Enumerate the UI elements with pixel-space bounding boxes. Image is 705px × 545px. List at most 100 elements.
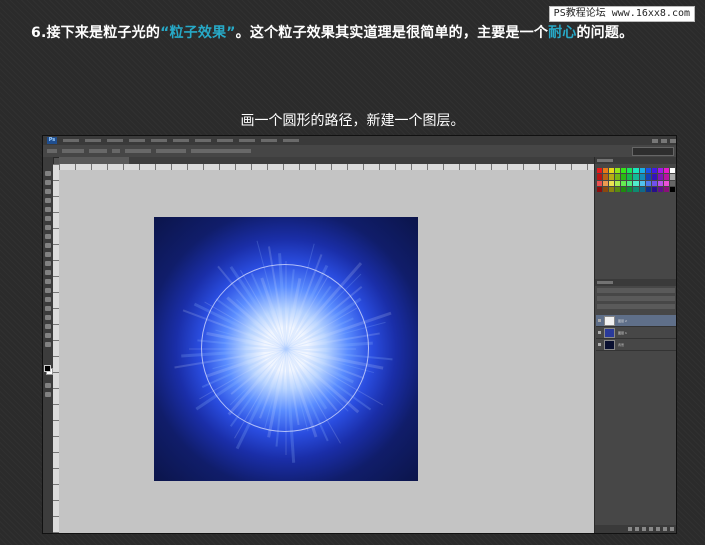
color-swatch[interactable] (645, 180, 651, 186)
eyedropper-tool-icon[interactable] (45, 216, 51, 221)
menu-item[interactable] (85, 139, 101, 142)
menu-item[interactable] (107, 139, 123, 142)
color-swatch[interactable] (663, 174, 669, 180)
workspace-switcher[interactable] (632, 146, 674, 156)
option-control[interactable] (191, 149, 251, 153)
history-brush-tool-icon[interactable] (45, 252, 51, 257)
color-swatch[interactable] (633, 180, 639, 186)
color-swatch[interactable] (639, 168, 645, 174)
color-swatch[interactable] (615, 174, 621, 180)
pen-tool-icon[interactable] (45, 297, 51, 302)
color-swatch[interactable] (639, 180, 645, 186)
option-control[interactable] (62, 149, 84, 153)
eye-icon[interactable] (598, 331, 601, 334)
eraser-tool-icon[interactable] (45, 261, 51, 266)
option-control[interactable] (112, 149, 120, 153)
color-swatch[interactable] (633, 186, 639, 192)
minimize-icon[interactable] (652, 138, 658, 143)
menu-item[interactable] (151, 139, 167, 142)
menu-item[interactable] (239, 139, 255, 142)
document-canvas[interactable] (154, 217, 418, 481)
color-swatch[interactable] (621, 174, 627, 180)
color-swatch[interactable] (669, 168, 675, 174)
color-swatch[interactable] (657, 174, 663, 180)
color-swatch[interactable] (657, 168, 663, 174)
color-swatch[interactable] (627, 186, 633, 192)
layer-row-layer-1[interactable]: 图层 1 (596, 327, 676, 339)
trash-icon[interactable] (670, 527, 674, 531)
lock-fill-bar[interactable] (597, 304, 675, 309)
magic-wand-tool-icon[interactable] (45, 198, 51, 203)
color-swatch[interactable] (657, 186, 663, 192)
color-swatch[interactable] (645, 168, 651, 174)
color-swatch[interactable] (609, 180, 615, 186)
new-layer-icon[interactable] (663, 527, 667, 531)
brush-tool-icon[interactable] (45, 234, 51, 239)
option-control[interactable] (89, 149, 107, 153)
crop-tool-icon[interactable] (45, 207, 51, 212)
eye-icon[interactable] (598, 343, 601, 346)
mask-icon[interactable] (642, 527, 646, 531)
layers-panel-tab[interactable] (595, 279, 676, 286)
color-swatch[interactable] (663, 168, 669, 174)
document-tab[interactable] (59, 157, 129, 164)
color-swatch[interactable] (651, 180, 657, 186)
screen-mode-icon[interactable] (45, 392, 51, 397)
color-swatch[interactable] (663, 186, 669, 192)
quick-mask-icon[interactable] (45, 383, 51, 388)
color-swatch[interactable] (615, 180, 621, 186)
hand-tool-icon[interactable] (45, 333, 51, 338)
menu-item[interactable] (129, 139, 145, 142)
color-swatch[interactable] (621, 180, 627, 186)
move-tool-icon[interactable] (45, 171, 51, 176)
color-swatch[interactable] (639, 186, 645, 192)
layer-filter-bar[interactable] (597, 288, 675, 293)
lasso-tool-icon[interactable] (45, 189, 51, 194)
canvas-workspace[interactable] (59, 170, 594, 533)
color-swatch[interactable] (657, 180, 663, 186)
tool-preset-icon[interactable] (47, 149, 57, 153)
eye-icon[interactable] (598, 319, 601, 322)
menu-item[interactable] (63, 139, 79, 142)
color-swatch[interactable] (651, 174, 657, 180)
blur-tool-icon[interactable] (45, 279, 51, 284)
color-swatch[interactable] (609, 186, 615, 192)
color-swatch[interactable] (597, 186, 603, 192)
color-swatch[interactable] (597, 180, 603, 186)
layer-row-layer-2[interactable]: 图层 2 (596, 315, 676, 327)
menu-item[interactable] (261, 139, 277, 142)
shape-tool-icon[interactable] (45, 324, 51, 329)
color-swatch[interactable] (651, 186, 657, 192)
color-swatch[interactable] (663, 180, 669, 186)
menu-item[interactable] (173, 139, 189, 142)
option-control[interactable] (156, 149, 186, 153)
color-swatch[interactable] (627, 174, 633, 180)
adjustment-icon[interactable] (649, 527, 653, 531)
color-swatch[interactable] (651, 168, 657, 174)
color-swatch[interactable] (645, 174, 651, 180)
color-swatch[interactable] (669, 186, 675, 192)
color-swatch[interactable] (615, 168, 621, 174)
color-swatch[interactable] (603, 174, 609, 180)
color-swatch[interactable] (633, 168, 639, 174)
color-swatch[interactable] (603, 186, 609, 192)
maximize-icon[interactable] (661, 138, 667, 143)
healing-brush-tool-icon[interactable] (45, 225, 51, 230)
layer-style-icon[interactable] (635, 527, 639, 531)
blend-mode-bar[interactable] (597, 296, 675, 301)
color-swatch[interactable] (669, 174, 675, 180)
color-swatch[interactable] (621, 186, 627, 192)
swatches-panel-tab[interactable] (595, 157, 676, 164)
color-swatch[interactable] (603, 168, 609, 174)
color-swatch[interactable] (609, 174, 615, 180)
menu-item[interactable] (217, 139, 233, 142)
color-swatch[interactable] (645, 186, 651, 192)
layer-row-background[interactable]: 背景 (596, 339, 676, 351)
color-swatch[interactable] (669, 180, 675, 186)
link-layers-icon[interactable] (628, 527, 632, 531)
color-swatch[interactable] (627, 180, 633, 186)
swatches-grid[interactable] (597, 168, 675, 192)
color-swatch[interactable] (603, 180, 609, 186)
marquee-tool-icon[interactable] (45, 180, 51, 185)
clone-stamp-tool-icon[interactable] (45, 243, 51, 248)
